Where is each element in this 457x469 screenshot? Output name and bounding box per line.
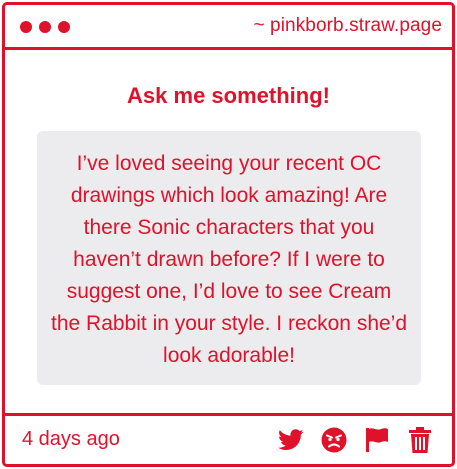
flag-icon xyxy=(366,428,388,452)
trash-icon xyxy=(409,427,431,453)
action-bar xyxy=(277,426,434,454)
question-message: I’ve loved seeing your recent OC drawing… xyxy=(37,131,421,385)
timestamp: 4 days ago xyxy=(22,428,120,450)
question-text: I’ve loved seeing your recent OC drawing… xyxy=(51,152,408,367)
site-url-link[interactable]: ~ pinkborb.straw.page xyxy=(253,15,442,37)
delete-button[interactable] xyxy=(406,426,434,454)
block-user-button[interactable] xyxy=(320,426,348,454)
card-footer: 4 days ago xyxy=(5,413,452,464)
window-dot-3 xyxy=(58,21,70,33)
window-dot-1 xyxy=(20,21,32,33)
question-content: Ask me something! I’ve loved seeing your… xyxy=(5,50,452,413)
ask-card-window: ~ pinkborb.straw.page Ask me something! … xyxy=(2,2,455,467)
share-twitter-button[interactable] xyxy=(277,426,305,454)
window-dot-2 xyxy=(39,21,51,33)
angry-face-icon xyxy=(321,427,347,453)
window-controls xyxy=(20,21,70,33)
page-title: Ask me something! xyxy=(127,83,330,108)
title-bar: ~ pinkborb.straw.page xyxy=(5,5,452,50)
twitter-icon xyxy=(278,429,304,450)
report-button[interactable] xyxy=(363,426,391,454)
